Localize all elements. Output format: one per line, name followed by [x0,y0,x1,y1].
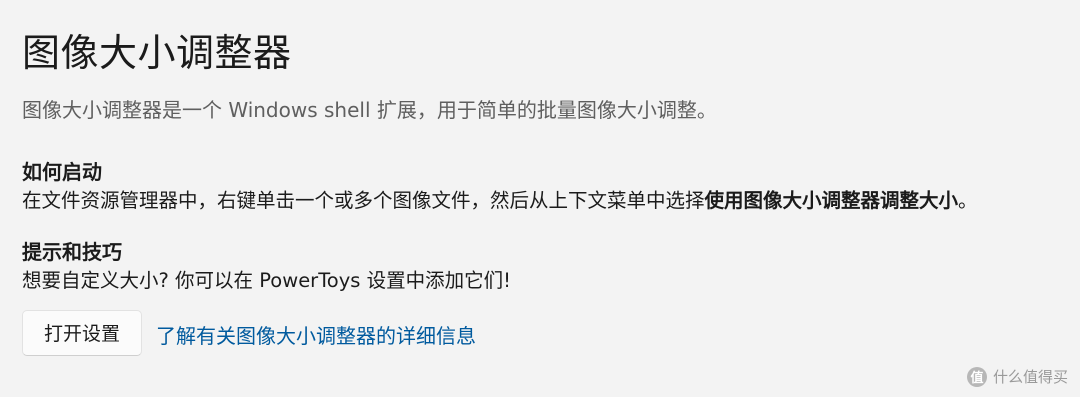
page-title: 图像大小调整器 [22,31,292,75]
how-to-start-heading: 如何启动 [22,160,102,184]
how-to-start-instructions: 在文件资源管理器中，右键单击一个或多个图像文件，然后从上下文菜单中选择 [22,189,705,212]
page-description: 图像大小调整器是一个 Windows shell 扩展，用于简单的批量图像大小调… [22,98,717,122]
how-to-start-end: 。 [958,189,978,212]
watermark-text: 什么值得买 [992,368,1068,386]
how-to-start-text: 在文件资源管理器中，右键单击一个或多个图像文件，然后从上下文菜单中选择使用图像大… [22,184,978,213]
open-settings-button[interactable]: 打开设置 [22,310,142,356]
tips-heading: 提示和技巧 [22,240,122,264]
watermark-logo-icon: 值 [966,366,987,387]
tips-text: 想要自定义大小? 你可以在 PowerToys 设置中添加它们! [22,269,511,292]
learn-more-link[interactable]: 了解有关图像大小调整器的详细信息 [156,320,476,349]
watermark: 值 什么值得买 [966,366,1068,387]
page-content: 图像大小调整器 图像大小调整器是一个 Windows shell 扩展，用于简单… [22,0,1080,397]
resize-command-name: 使用图像大小调整器调整大小 [704,189,959,212]
